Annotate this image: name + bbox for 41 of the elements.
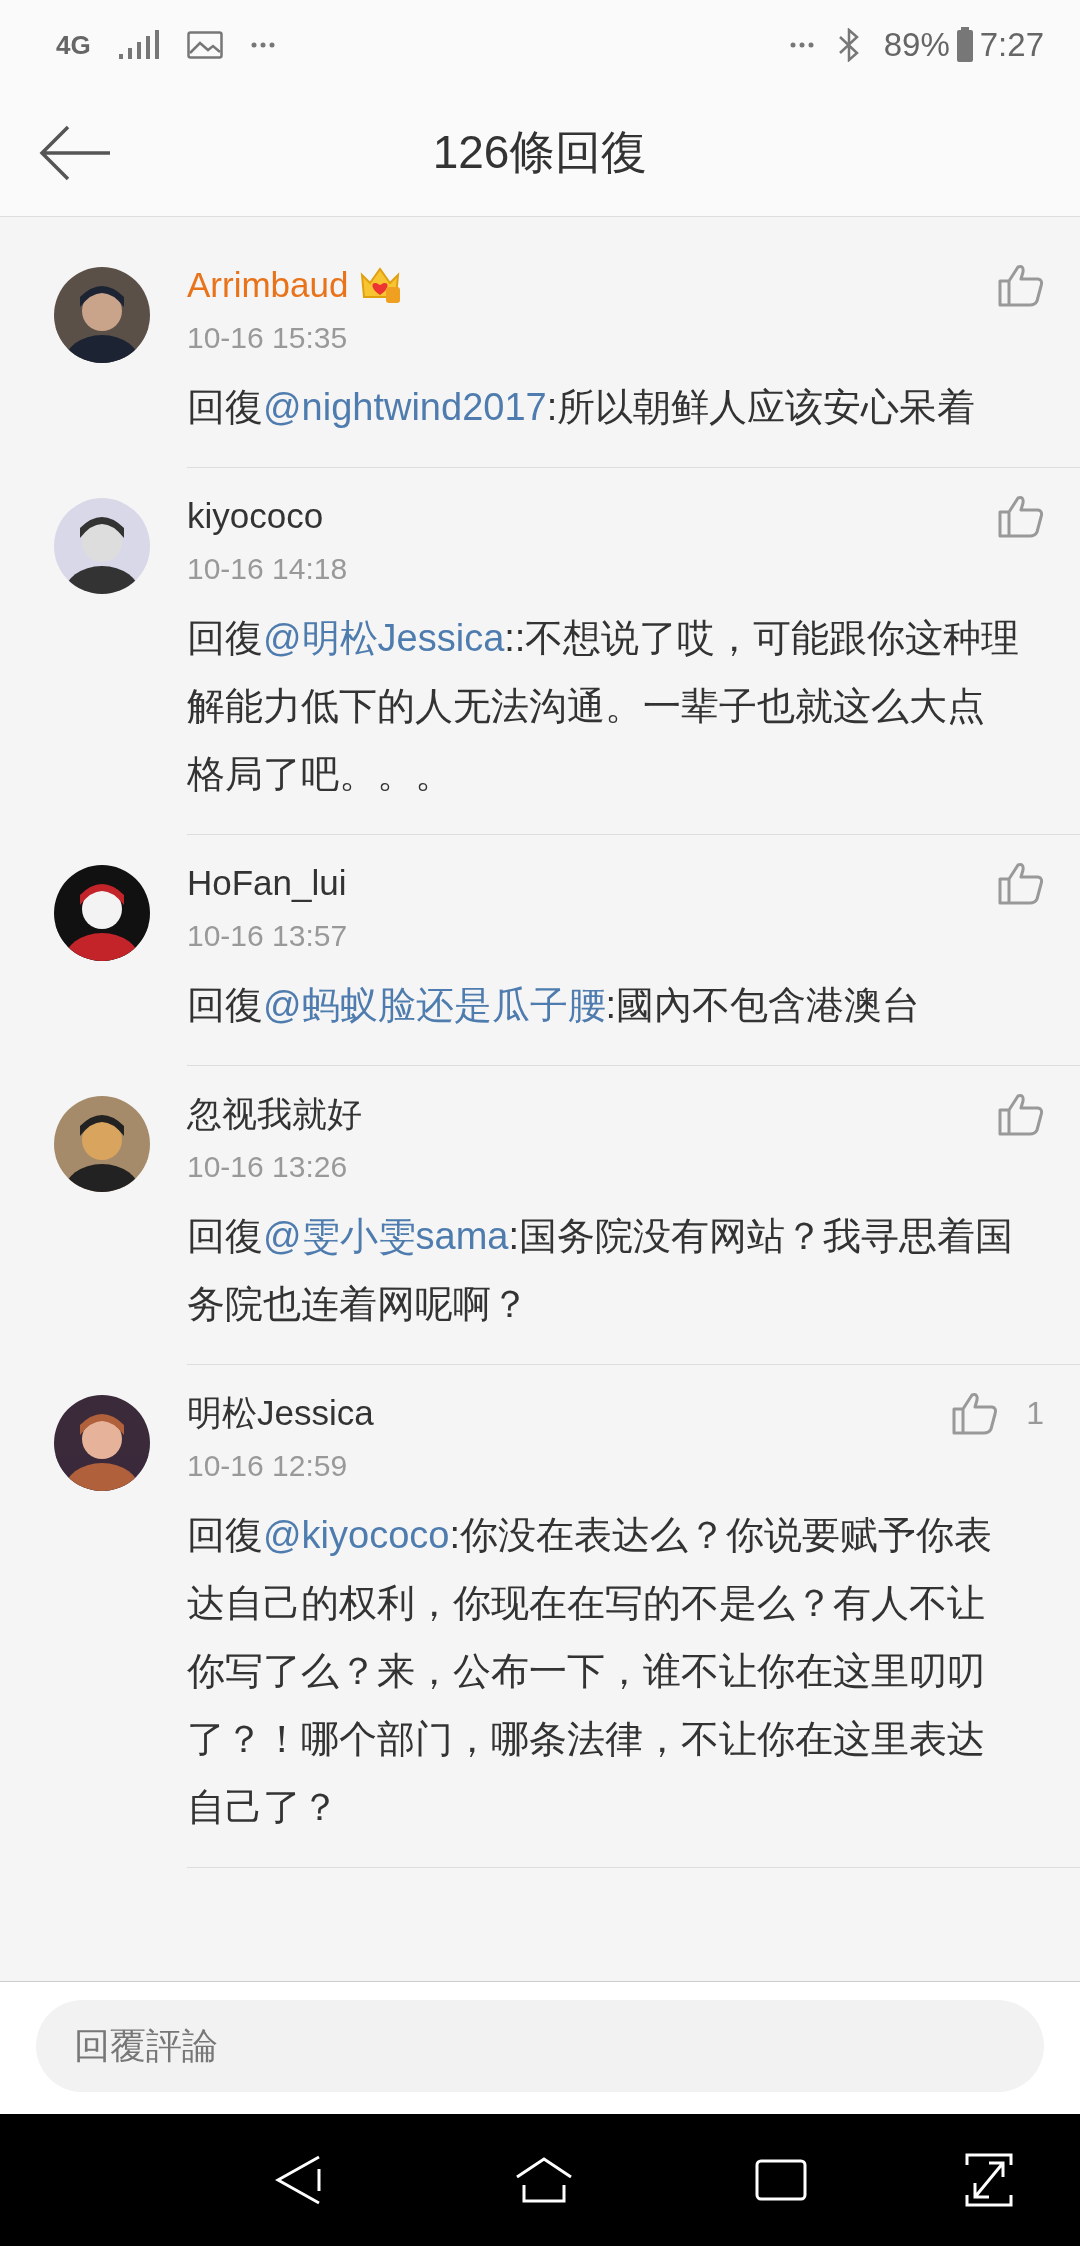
home-icon[interactable] (515, 2157, 573, 2203)
comment-text: 回復@nightwind2017:所以朝鲜人应该安心呆着 (187, 385, 977, 430)
mention-link[interactable]: @明松Jessica (263, 617, 505, 659)
like-button[interactable] (998, 263, 1044, 307)
battery-icon (955, 27, 974, 63)
expand-icon[interactable] (965, 2153, 1013, 2207)
clock-time: 7:27 (979, 26, 1044, 64)
comment-time: 10-16 13:57 (187, 918, 349, 954)
comment-text: 回復@蚂蚁脸还是瓜子腰:國內不包含港澳台 (187, 983, 922, 1028)
like-button[interactable] (998, 1092, 1044, 1136)
recent-apps-icon[interactable] (755, 2159, 807, 2201)
comment-time: 10-16 12:59 (187, 1448, 349, 1484)
mention-link[interactable]: @雯小雯sama (263, 1215, 509, 1257)
comment-text: 回復@kiyococo:你没在表达么？你说要赋予你表达自己的权利，你现在在写的不是么？有人不让你写了么？来，公布一下，谁不让你在这里叨叨了？！哪个部门，哪条法律，不让你在这里表达自己了？ (187, 1513, 993, 1830)
signal-icon (118, 30, 159, 60)
user-name[interactable]: kiyococo (187, 496, 324, 536)
more-icon (789, 42, 814, 48)
like-button[interactable] (998, 861, 1044, 905)
more-icon (250, 42, 275, 48)
network-indicator: 4G (56, 29, 91, 61)
like-button[interactable] (998, 494, 1044, 538)
battery-percent: 89% (883, 26, 950, 64)
comment-text: 回復@明松Jessica::不想说了哎，可能跟你这种理解能力低下的人无法沟通。一辈子也就这么大点格局了吧。。。 (187, 616, 1020, 797)
comment-time: 10-16 13:26 (187, 1149, 349, 1185)
mention-link[interactable]: @蚂蚁脸还是瓜子腰 (263, 984, 606, 1026)
back-nav-icon[interactable] (275, 2155, 321, 2205)
user-name[interactable]: 明松Jessica (187, 1389, 374, 1437)
mention-link[interactable]: @kiyococo (263, 1514, 450, 1556)
page-title: 126條回復 (432, 125, 648, 180)
comment-text: 回復@雯小雯sama:国务院没有网站？我寻思着国务院也连着网呢啊？ (187, 1214, 1015, 1327)
user-name[interactable]: 忽视我就好 (187, 1090, 362, 1138)
user-name[interactable]: HoFan_lui (187, 863, 347, 903)
image-icon (186, 31, 223, 59)
reply-input-field[interactable]: 回覆評論 (36, 2000, 1044, 2092)
mention-link[interactable]: @nightwind2017 (263, 386, 547, 428)
crown-badge-icon (358, 265, 403, 305)
comment-time: 10-16 14:18 (187, 551, 349, 587)
comment-time: 10-16 15:35 (187, 320, 349, 356)
user-name[interactable]: Arrimbaud (187, 265, 349, 305)
bluetooth-icon (837, 28, 860, 62)
like-button[interactable]: 1 (952, 1391, 1044, 1435)
